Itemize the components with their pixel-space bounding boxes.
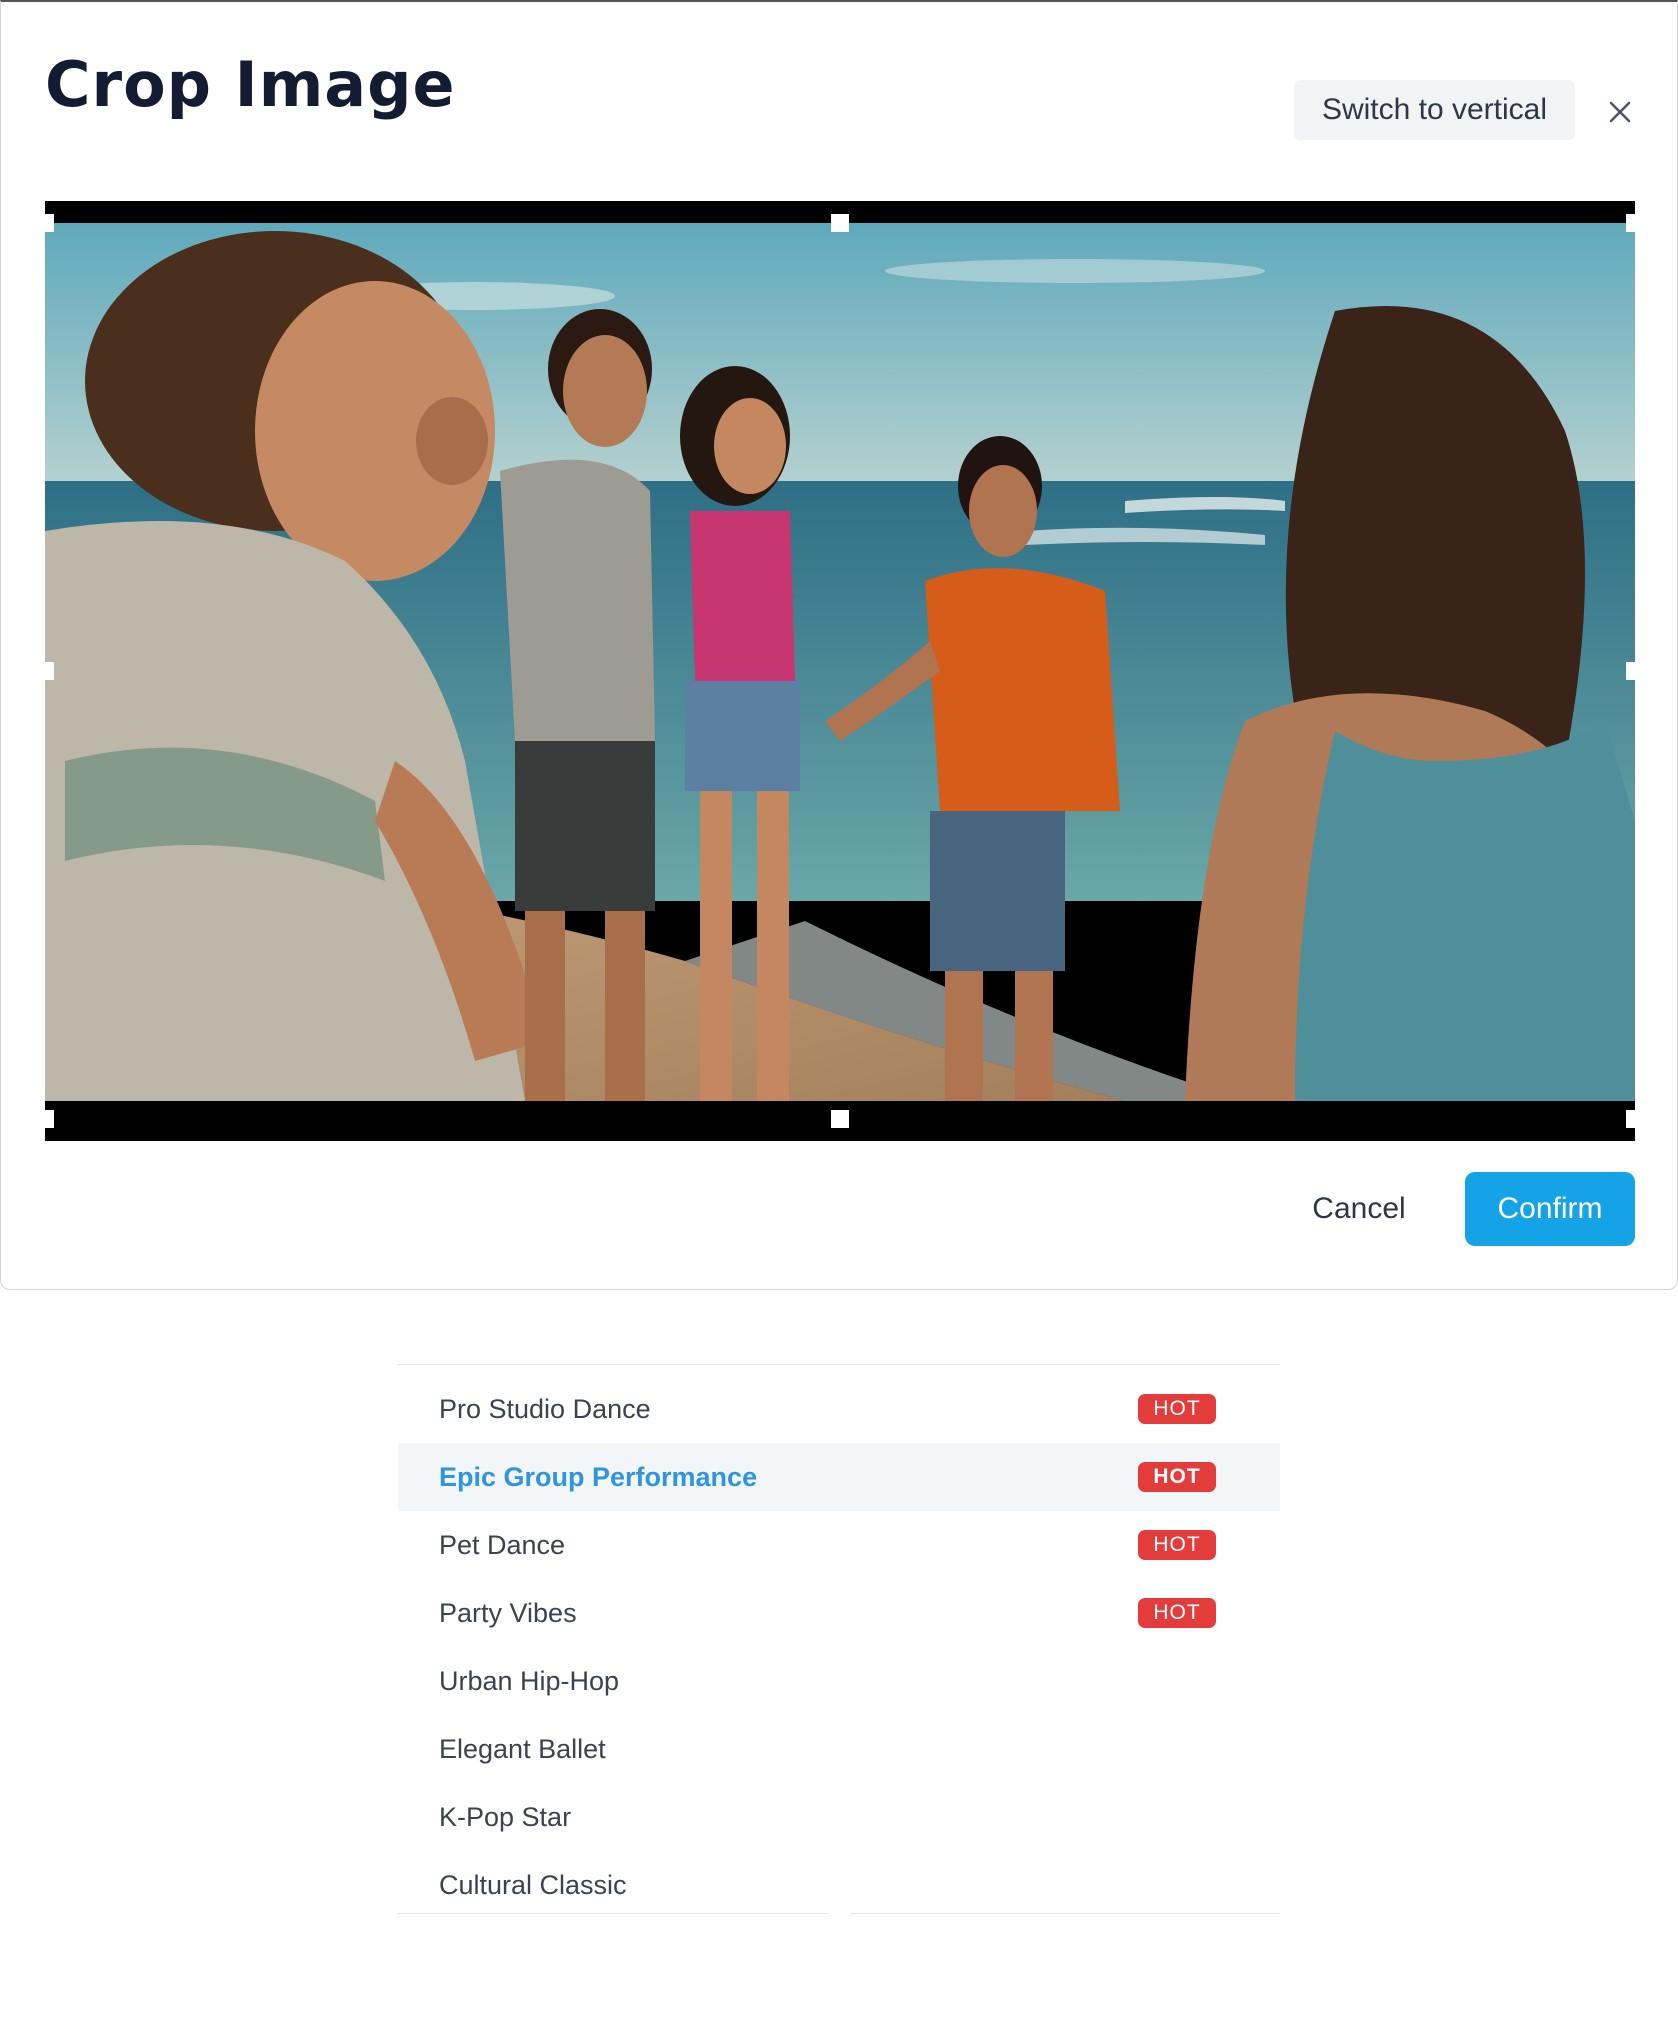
crop-handle-bottom-right[interactable] — [1626, 1110, 1635, 1128]
list-item[interactable]: Party Vibes HOT — [398, 1579, 1280, 1647]
hot-badge: HOT — [1138, 1598, 1216, 1628]
list-item-label: Urban Hip-Hop — [439, 1665, 620, 1696]
hot-badge: HOT — [1138, 1462, 1216, 1492]
crop-handle-top-center[interactable] — [831, 214, 849, 232]
list-item-label: Pet Dance — [439, 1529, 566, 1560]
modal-title: Crop Image — [45, 48, 456, 121]
crop-handle-middle-right[interactable] — [1626, 662, 1635, 680]
dropdown-divider — [398, 1913, 1280, 1914]
list-item[interactable]: Pet Dance HOT — [398, 1511, 1280, 1579]
close-button[interactable] — [1597, 90, 1643, 136]
crop-image — [45, 201, 1635, 1141]
list-item[interactable]: Pro Studio Dance HOT — [398, 1375, 1280, 1443]
crop-handle-top-right[interactable] — [1626, 214, 1635, 232]
list-item-label: Pro Studio Dance — [439, 1393, 651, 1424]
list-item-label: Party Vibes — [439, 1597, 577, 1628]
crop-handle-middle-left[interactable] — [45, 662, 54, 680]
crop-handle-top-left[interactable] — [45, 214, 54, 232]
style-dropdown-list: Pro Studio Dance HOT Epic Group Performanc… — [398, 1364, 1280, 1914]
close-icon — [1609, 101, 1631, 126]
list-item[interactable]: K-Pop Star — [398, 1783, 1280, 1851]
list-item-label: Elegant Ballet — [439, 1733, 606, 1764]
confirm-button[interactable]: Confirm — [1465, 1172, 1635, 1246]
list-item-label: Epic Group Performance — [439, 1461, 758, 1492]
list-item-label: K-Pop Star — [439, 1801, 572, 1832]
crop-image-modal: Crop Image Switch to vertical Cancel Con… — [0, 0, 1678, 1290]
hot-badge: HOT — [1138, 1530, 1216, 1560]
switch-orientation-button[interactable]: Switch to vertical — [1294, 80, 1575, 140]
list-item[interactable]: Cultural Classic — [398, 1851, 1280, 1919]
list-item[interactable]: Epic Group Performance HOT — [398, 1443, 1280, 1511]
list-item[interactable]: Urban Hip-Hop — [398, 1647, 1280, 1715]
list-item[interactable]: Elegant Ballet — [398, 1715, 1280, 1783]
hot-badge: HOT — [1138, 1394, 1216, 1424]
list-item-label: Cultural Classic — [439, 1869, 627, 1900]
crop-handle-bottom-left[interactable] — [45, 1110, 54, 1128]
crop-handle-bottom-center[interactable] — [831, 1110, 849, 1128]
crop-area[interactable] — [45, 201, 1635, 1141]
cancel-button[interactable]: Cancel — [1285, 1172, 1433, 1246]
